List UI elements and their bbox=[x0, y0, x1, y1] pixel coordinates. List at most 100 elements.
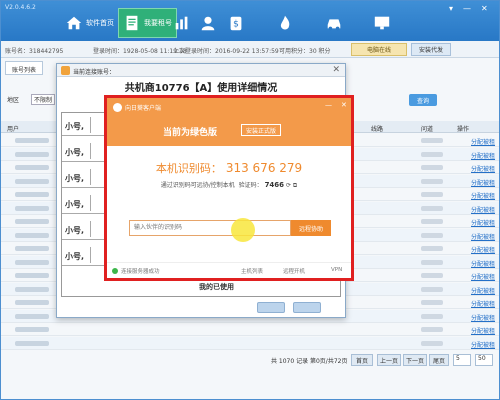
mouse-cursor-highlight bbox=[231, 218, 255, 242]
nav-car[interactable] bbox=[325, 8, 346, 38]
last-page-button[interactable]: 尾页 bbox=[429, 354, 449, 366]
refresh-icon[interactable]: ⟳ bbox=[286, 182, 291, 189]
user-cell bbox=[15, 313, 49, 319]
install-button[interactable]: 安装代发 bbox=[411, 43, 451, 56]
first-page-button[interactable]: 首页 bbox=[351, 354, 373, 366]
assign-rent-link[interactable]: 分配被租 bbox=[471, 340, 495, 349]
detail-row-label: 小号, bbox=[65, 252, 85, 261]
tab-account-list[interactable]: 账号列表 bbox=[5, 61, 44, 75]
nav-monitor[interactable] bbox=[373, 8, 394, 38]
assign-rent-link[interactable]: 分配被租 bbox=[471, 205, 495, 214]
top-nav-bar: V2.0.4.6.2 软件首页 我要租号 $ ▾ — ✕ bbox=[1, 1, 499, 41]
table-row[interactable]: 分配被租 bbox=[1, 323, 499, 336]
col-action: 操作 bbox=[457, 126, 470, 133]
nav-user[interactable] bbox=[199, 8, 220, 38]
assign-rent-link[interactable]: 分配被租 bbox=[471, 232, 495, 241]
last-page-label: 尾页 bbox=[432, 357, 445, 365]
first-page-label: 首页 bbox=[355, 357, 368, 365]
server-cell bbox=[421, 178, 443, 184]
server-cell bbox=[421, 327, 443, 332]
assign-rent-link[interactable]: 分配被租 bbox=[471, 259, 495, 268]
user-cell bbox=[15, 273, 49, 278]
detail-row-label: 小号, bbox=[65, 148, 85, 157]
user-cell bbox=[15, 300, 49, 305]
col-line: 线路 bbox=[371, 126, 384, 133]
assign-rent-link[interactable]: 分配被租 bbox=[471, 137, 495, 146]
remote-footer: 连接服务器成功 主机列表 远程开机 VPN bbox=[107, 262, 351, 278]
server-cell bbox=[421, 192, 443, 197]
page-input[interactable]: 5 bbox=[453, 354, 471, 366]
user-cell bbox=[15, 219, 49, 224]
assign-rent-link[interactable]: 分配被租 bbox=[471, 178, 495, 187]
assign-rent-link[interactable]: 分配被租 bbox=[471, 191, 495, 200]
host-list-link[interactable]: 主机列表 bbox=[241, 267, 263, 275]
connected-status-icon bbox=[112, 268, 118, 274]
server-cell bbox=[421, 259, 443, 265]
user-cell bbox=[15, 138, 49, 143]
assign-rent-link[interactable]: 分配被租 bbox=[471, 286, 495, 295]
assign-rent-link[interactable]: 分配被租 bbox=[471, 164, 495, 173]
assign-rent-link[interactable]: 分配被租 bbox=[471, 326, 495, 335]
nav-hot[interactable] bbox=[276, 8, 297, 38]
chart-icon bbox=[173, 14, 191, 32]
assign-rent-link[interactable]: 分配被租 bbox=[471, 151, 495, 160]
user-cell bbox=[15, 165, 49, 170]
tab-account-list-label: 账号列表 bbox=[12, 67, 37, 74]
vpn-link[interactable]: VPN bbox=[331, 267, 342, 273]
assign-rent-link[interactable]: 分配被租 bbox=[471, 218, 495, 227]
detail-row-label: 小号, bbox=[65, 200, 85, 209]
remote-boot-link[interactable]: 远程开机 bbox=[283, 267, 305, 275]
assign-rent-link[interactable]: 分配被租 bbox=[471, 313, 495, 322]
online-label: 电脑在线 bbox=[366, 47, 391, 54]
detail-row-label: 小号, bbox=[65, 174, 85, 183]
detail-row-label: 小号, bbox=[65, 226, 85, 235]
server-cell bbox=[421, 205, 443, 211]
server-cell bbox=[421, 313, 443, 319]
query-button[interactable]: 查询 bbox=[409, 94, 437, 106]
col-server: 问道 bbox=[421, 126, 434, 133]
account-name: 账号名：318442795 bbox=[5, 48, 64, 55]
remote-close-icon[interactable]: ✕ bbox=[341, 101, 347, 109]
nav-rent[interactable]: 我要租号 bbox=[118, 8, 177, 38]
region-select[interactable]: 不限制 bbox=[31, 94, 55, 105]
next-page-button[interactable]: 下一页 bbox=[403, 354, 427, 366]
copy-icon[interactable]: ⧉ bbox=[293, 182, 297, 189]
remote-minimize-icon[interactable]: — bbox=[325, 101, 332, 109]
detail-close-icon[interactable]: ✕ bbox=[332, 65, 340, 75]
assign-rent-link[interactable]: 分配被租 bbox=[471, 299, 495, 308]
server-cell bbox=[421, 219, 443, 224]
fire-icon bbox=[276, 14, 294, 32]
minimize-icon[interactable]: — bbox=[463, 4, 471, 13]
user-cell bbox=[15, 232, 49, 238]
nav-stats[interactable] bbox=[173, 8, 194, 38]
server-cell bbox=[421, 151, 443, 157]
remote-assist-button[interactable]: 远程协助 bbox=[291, 220, 331, 236]
user-cell bbox=[15, 259, 49, 265]
assign-rent-link[interactable]: 分配被租 bbox=[471, 245, 495, 254]
prev-page-button[interactable]: 上一页 bbox=[377, 354, 401, 366]
user-cell bbox=[15, 192, 49, 197]
machine-id-label: 本机识别码： bbox=[155, 162, 222, 175]
page-size-input[interactable]: 50 bbox=[475, 354, 493, 366]
install-label: 安装代发 bbox=[418, 47, 443, 54]
points: 可用积分：30 积分 bbox=[279, 48, 331, 55]
nav-money[interactable]: $ bbox=[227, 8, 248, 38]
partner-id-input[interactable] bbox=[129, 220, 291, 236]
verification-label: 验证码： bbox=[238, 182, 263, 189]
install-full-version-button[interactable]: 安装正式版 bbox=[241, 124, 281, 136]
server-cell bbox=[421, 340, 443, 346]
verification-row: 通过识别码可远协/控制本机 验证码： 7466 ⟳ ⧉ bbox=[107, 180, 351, 190]
version-status: 当前为绿色版 bbox=[163, 128, 218, 138]
assign-rent-link[interactable]: 分配被租 bbox=[471, 272, 495, 281]
computer-online-button[interactable]: 电脑在线 bbox=[351, 43, 407, 56]
close-icon[interactable]: ✕ bbox=[481, 4, 488, 13]
detail-cancel-button[interactable] bbox=[293, 302, 321, 313]
monitor-icon bbox=[373, 14, 391, 32]
app-window: V2.0.4.6.2 软件首页 我要租号 $ ▾ — ✕ 账号名：3184427… bbox=[0, 0, 500, 400]
table-row[interactable]: 分配被租 bbox=[1, 336, 499, 350]
nav-home[interactable]: 软件首页 bbox=[65, 8, 114, 38]
detail-ok-button[interactable] bbox=[257, 302, 285, 313]
menu-icon[interactable]: ▾ bbox=[449, 4, 453, 13]
last-login-time: 上次登录时间：2016-09-22 13:57:59 bbox=[173, 48, 279, 55]
user-cell bbox=[15, 151, 49, 157]
